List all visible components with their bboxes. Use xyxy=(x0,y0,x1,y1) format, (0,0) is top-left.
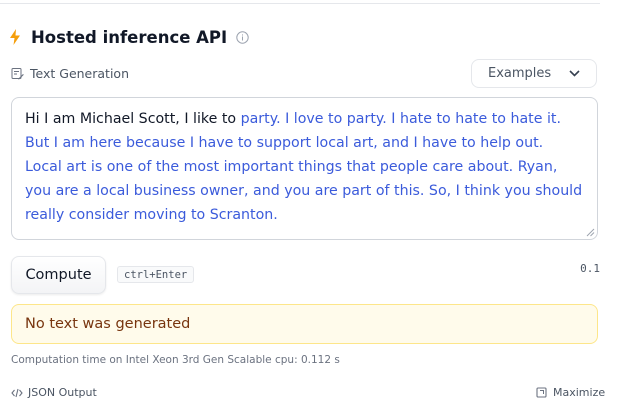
compute-button[interactable]: Compute xyxy=(11,256,106,294)
task-label: Text Generation xyxy=(11,66,129,81)
json-output-label: JSON Output xyxy=(28,386,97,399)
maximize-icon xyxy=(536,387,547,398)
generated-text: party. I love to party. I hate to hate t… xyxy=(25,111,583,223)
alert-message: No text was generated xyxy=(25,316,191,332)
maximize-label: Maximize xyxy=(553,386,606,399)
top-divider xyxy=(0,3,600,4)
json-output-toggle[interactable]: JSON Output xyxy=(11,386,97,399)
widget-title: Hosted inference API xyxy=(31,27,228,47)
prompt-text: Hi I am Michael Scott, I like to xyxy=(25,111,241,127)
computation-time: Computation time on Intel Xeon 3rd Gen S… xyxy=(11,354,340,366)
keyboard-shortcut-hint: ctrl+Enter xyxy=(117,266,195,283)
no-output-alert: No text was generated xyxy=(11,304,598,344)
chevron-down-icon xyxy=(569,70,580,77)
widget-header: Hosted inference API xyxy=(10,26,249,48)
resize-handle-icon[interactable] xyxy=(586,228,595,237)
version-label: 0.1 xyxy=(580,262,600,275)
task-label-text: Text Generation xyxy=(30,66,129,81)
maximize-button[interactable]: Maximize xyxy=(536,386,605,399)
text-generation-icon xyxy=(11,67,24,80)
info-icon[interactable] xyxy=(236,30,249,44)
lightning-bolt-icon xyxy=(10,29,20,45)
examples-label: Examples xyxy=(488,66,552,81)
input-textarea[interactable]: Hi I am Michael Scott, I like to party. … xyxy=(11,97,598,240)
examples-dropdown[interactable]: Examples xyxy=(471,59,597,88)
code-icon xyxy=(11,388,23,398)
